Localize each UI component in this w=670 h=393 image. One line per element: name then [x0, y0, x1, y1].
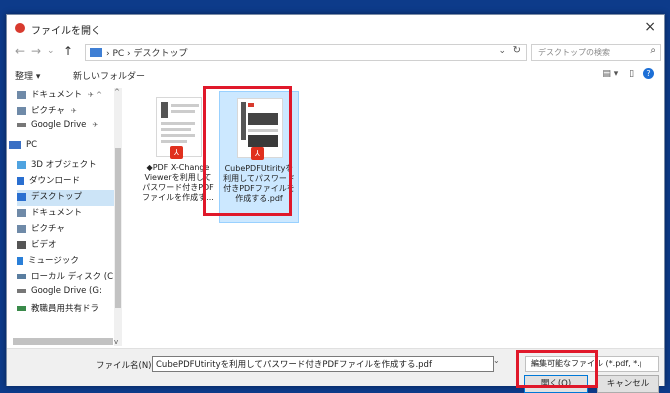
view-controls: ▤ ▾ ▯ ?: [602, 68, 654, 79]
thumb-line: [171, 110, 195, 113]
search-placeholder: デスクトップの検索: [538, 48, 610, 57]
sidebar-item-pc[interactable]: PC: [9, 140, 113, 156]
filename-label: ファイル名(N):: [96, 361, 155, 371]
pin-icon: ✈: [92, 121, 99, 129]
disk-icon: [17, 274, 26, 279]
drive-icon: [17, 288, 26, 293]
pin-icon: ✈ ^: [88, 91, 102, 99]
highlight-box-open: [516, 350, 598, 388]
pc-icon: [9, 140, 21, 149]
new-folder-button[interactable]: 新しいフォルダー: [73, 69, 145, 82]
window-title: ファイルを開く: [31, 26, 101, 37]
sidebar-item-shared-drive[interactable]: 教職員用共有ドラ: [17, 302, 121, 318]
sidebar-item-downloads[interactable]: ダウンロード: [17, 174, 121, 190]
sidebar-item-pictures[interactable]: ピクチャ: [17, 222, 121, 238]
highlight-box-file: [203, 86, 292, 216]
video-icon: [17, 240, 26, 249]
thumb-line: [161, 134, 195, 137]
sidebar-scrollbar[interactable]: ^ v: [114, 88, 122, 346]
organize-button[interactable]: 整理 ▾: [15, 69, 40, 82]
sidebar-item-documents[interactable]: ドキュメント: [17, 206, 121, 222]
document-icon: [17, 90, 26, 99]
address-dropdown-icon[interactable]: ⌄: [498, 46, 506, 56]
pictures-icon: [17, 106, 26, 115]
address-bar[interactable]: › PC › デスクトップ ⌄ ↻: [85, 44, 527, 61]
preview-pane-icon[interactable]: ▯: [629, 69, 634, 79]
sidebar-item-documents-quick[interactable]: ドキュメント ✈ ^: [17, 88, 121, 104]
title-bar: ファイルを開く ×: [7, 15, 664, 42]
search-input[interactable]: デスクトップの検索 ⌕: [531, 44, 661, 61]
navigation-bar: ← → ⌄ ↑ › PC › デスクトップ ⌄ ↻ デスクトップの検索 ⌕: [7, 42, 664, 62]
command-bar: 整理 ▾ 新しいフォルダー ▤ ▾ ▯ ?: [7, 65, 664, 85]
network-drive-icon: [17, 306, 26, 311]
scroll-up-icon[interactable]: ^: [114, 88, 120, 96]
sidebar-item-music[interactable]: ミュージック: [17, 254, 121, 270]
sidebar-item-pictures-quick[interactable]: ピクチャ ✈: [17, 104, 121, 120]
scroll-down-icon[interactable]: v: [114, 338, 118, 346]
sidebar-item-google-drive-g[interactable]: Google Drive (G:: [17, 286, 121, 302]
thumb-line: [171, 104, 199, 107]
recent-dropdown[interactable]: ⌄: [47, 46, 55, 56]
up-button[interactable]: ↑: [63, 44, 73, 58]
thumb-line: [161, 122, 195, 125]
file-open-dialog: ファイルを開く × ← → ⌄ ↑ › PC › デスクトップ ⌄ ↻ デスクト…: [6, 14, 665, 393]
3d-objects-icon: [17, 160, 26, 169]
desktop-icon: [17, 192, 26, 201]
google-drive-icon: [17, 122, 26, 127]
sidebar-item-videos[interactable]: ビデオ: [17, 238, 121, 254]
scrollbar-thumb[interactable]: [115, 148, 121, 308]
pdf-icon: ⅄: [170, 146, 183, 159]
view-options-icon[interactable]: ▤ ▾: [602, 69, 618, 79]
pictures-icon: [17, 224, 26, 233]
thumb-graphic: [161, 102, 168, 118]
refresh-icon[interactable]: ↻: [513, 45, 521, 56]
forward-button[interactable]: →: [31, 44, 41, 58]
sidebar-item-3d-objects[interactable]: 3D オブジェクト: [17, 158, 121, 174]
search-icon[interactable]: ⌕: [650, 45, 656, 56]
help-icon[interactable]: ?: [643, 68, 654, 79]
sidebar-item-desktop[interactable]: デスクトップ: [17, 190, 121, 206]
thumb-line: [161, 128, 191, 131]
cancel-button[interactable]: キャンセル: [597, 375, 659, 393]
navigation-pane: ドキュメント ✈ ^ ピクチャ ✈ Google Drive ✈ PC 3D オブジェ…: [7, 88, 124, 348]
download-icon: [17, 176, 24, 185]
breadcrumb[interactable]: › PC › デスクトップ: [106, 46, 188, 59]
music-icon: [17, 256, 23, 265]
filename-input[interactable]: CubePDFUtirityを利用してパスワード付きPDFファイルを作成する.p…: [152, 356, 494, 372]
thumb-line: [161, 140, 187, 143]
folder-icon: [90, 48, 102, 57]
sidebar-item-google-drive[interactable]: Google Drive ✈: [17, 120, 121, 136]
filename-value: CubePDFUtirityを利用してパスワード付きPDFファイルを作成する.p…: [156, 360, 432, 370]
back-button[interactable]: ←: [15, 44, 25, 58]
horizontal-scrollbar[interactable]: [13, 338, 113, 345]
app-icon: [15, 23, 25, 33]
filename-dropdown-icon[interactable]: ⌄: [493, 356, 505, 370]
sidebar-item-local-disk[interactable]: ローカル ディスク (C: [17, 270, 121, 286]
pin-icon: ✈: [70, 107, 77, 115]
close-button[interactable]: ×: [644, 19, 656, 35]
document-icon: [17, 208, 26, 217]
